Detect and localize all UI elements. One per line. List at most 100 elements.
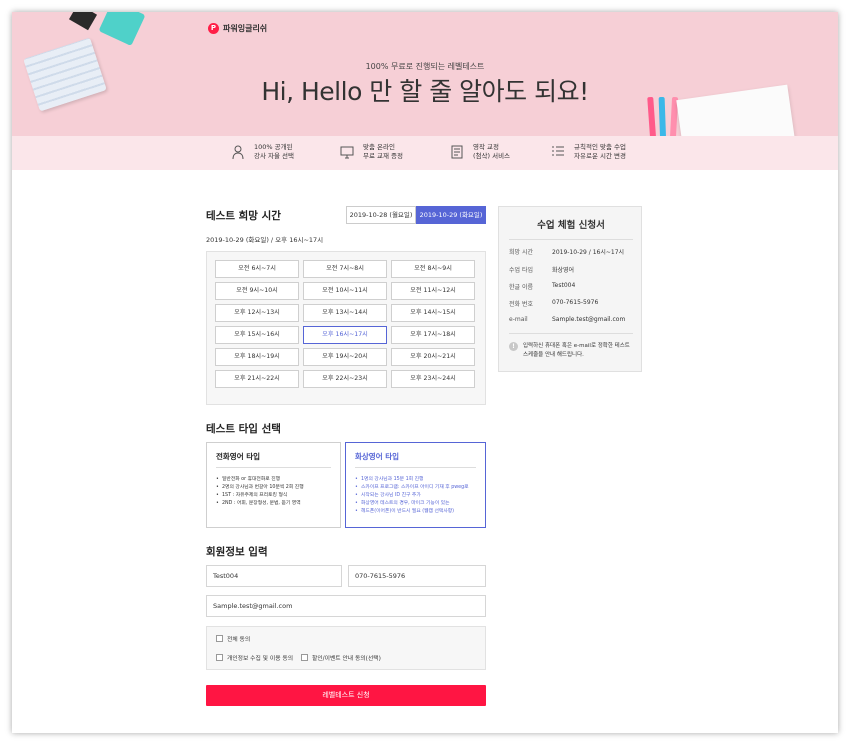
agree-all-row[interactable]: 전체 동의 bbox=[216, 634, 250, 643]
feature-line: 무료 교재 증정 bbox=[363, 152, 404, 160]
summary-divider bbox=[509, 239, 633, 240]
hero-title: Hi, Hello 만 할 줄 알아도 되요! bbox=[261, 77, 589, 106]
summary-value: 2019-10-29 / 16시~17시 bbox=[552, 249, 625, 256]
email-field[interactable]: Sample.test@gmail.com bbox=[206, 595, 486, 617]
brand-name: 파워잉글리쉬 bbox=[223, 24, 268, 33]
feature-line: 영작 교정 bbox=[473, 143, 499, 151]
time-slot[interactable]: 오후 13시~14시 bbox=[303, 304, 387, 322]
teacher-icon bbox=[232, 145, 244, 160]
feature-line: 강사 자율 선택 bbox=[254, 152, 295, 160]
summary-key: e-mail bbox=[509, 316, 528, 323]
time-slot-grid: 오전 6시~7시 오전 7시~8시 오전 8시~9시오전 9시~10시 오전 10시~… bbox=[215, 260, 475, 388]
summary-key: 수업 타입 bbox=[509, 267, 533, 274]
type-card-phone[interactable]: 전화영어 타입 일반전화 or 휴대전화로 진행2명의 강사님과 번갈아 10분… bbox=[206, 442, 341, 528]
document-icon bbox=[451, 145, 463, 159]
summary-row: 전화 번호 070-7615-5976 bbox=[509, 299, 598, 308]
time-slot[interactable]: 오후 19시~20시 bbox=[303, 348, 387, 366]
selected-time-label: 2019-10-29 (화요일) / 오후 16시~17시 bbox=[206, 236, 324, 244]
time-slot-selected[interactable]: 오후 16시~17시 bbox=[303, 326, 387, 344]
member-section-title: 회원정보 입력 bbox=[206, 546, 268, 558]
time-slot[interactable]: 오후 22시~23시 bbox=[303, 370, 387, 388]
page-frame: P 파워잉글리쉬 100% 무료로 진행되는 레벨테스트 Hi, Hello 만… bbox=[12, 12, 838, 733]
type-feature-item: 시작되는 강사님 ID 친구 추가 bbox=[355, 492, 476, 500]
date-tabs: 2019-10-28 (월요일) 2019-10-29 (화요일) bbox=[346, 206, 486, 224]
feature-item: 맞춤 온라인 무료 교재 증정 bbox=[339, 143, 403, 161]
summary-value: 070-7615-5976 bbox=[552, 299, 599, 306]
type-feature-item: 헤드폰(이어폰)이 반드시 필요 (웹캠 선택사항) bbox=[355, 508, 476, 516]
date-tab[interactable]: 2019-10-28 (월요일) bbox=[346, 206, 416, 224]
summary-notice: ! 입력하신 휴대폰 혹은 e-mail로 정확한 테스트 스케줄을 안내 해드… bbox=[509, 342, 633, 360]
name-field[interactable]: Test004 bbox=[206, 565, 342, 587]
agreement-panel: 전체 동의 개인정보 수집 및 이용 동의 할인/이벤트 안내 동의(선택) bbox=[206, 626, 486, 670]
feature-line: 규칙적인 맞춤 수업 bbox=[574, 143, 626, 151]
time-slot[interactable]: 오전 8시~9시 bbox=[391, 260, 475, 278]
type-feature-item: 1ST : 자유주제의 프리토킹 형식 bbox=[216, 492, 331, 500]
time-slot[interactable]: 오전 11시~12시 bbox=[391, 282, 475, 300]
time-slot[interactable]: 오후 23시~24시 bbox=[391, 370, 475, 388]
type-section-title: 테스트 타입 선택 bbox=[206, 423, 281, 435]
type-feature-list: 일반전화 or 휴대전화로 진행2명의 강사님과 번갈아 10분씩 2회 진행1… bbox=[216, 476, 331, 508]
feature-line: 맞춤 온라인 bbox=[363, 143, 395, 151]
feature-line: (첨삭) 서비스 bbox=[473, 152, 511, 160]
summary-value: Test004 bbox=[552, 282, 576, 289]
agree-privacy-label: 개인정보 수집 및 이용 동의 bbox=[227, 656, 294, 662]
summary-row: 한글 이름 Test004 bbox=[509, 282, 575, 291]
type-feature-item: 1명의 강사님과 15분 1회 진행 bbox=[355, 476, 476, 484]
time-slot[interactable]: 오전 7시~8시 bbox=[303, 260, 387, 278]
type-feature-item: 2ND : 어휘, 문장형성, 문법, 듣기 영역 bbox=[216, 500, 331, 508]
time-slot[interactable]: 오후 15시~16시 bbox=[215, 326, 299, 344]
summary-key: 전화 번호 bbox=[509, 301, 533, 308]
time-slot[interactable]: 오후 21시~22시 bbox=[215, 370, 299, 388]
feature-line: 100% 공개된 bbox=[254, 143, 293, 151]
summary-divider bbox=[509, 333, 633, 334]
type-feature-list: 1명의 강사님과 15분 1회 진행스카이프 프로그램: 스카이프 아이디 기재… bbox=[355, 476, 476, 516]
monitor-icon bbox=[340, 146, 354, 159]
paperclip-decoration bbox=[98, 12, 146, 47]
logo-mark-icon: P bbox=[208, 23, 219, 34]
type-card-video[interactable]: 화상영어 타입 1명의 강사님과 15분 1회 진행스카이프 프로그램: 스카이… bbox=[345, 442, 486, 528]
time-slot[interactable]: 오후 18시~19시 bbox=[215, 348, 299, 366]
summary-panel: 수업 체험 신청서 희망 시간 2019-10-29 / 16시~17시 수업 타… bbox=[498, 206, 642, 372]
type-feature-item: 스카이프 프로그램: 스카이프 아이디 기재 후 pweg로 bbox=[355, 484, 476, 492]
time-slot[interactable]: 오후 17시~18시 bbox=[391, 326, 475, 344]
agree-privacy-checkbox[interactable] bbox=[216, 654, 223, 661]
time-slot[interactable]: 오후 12시~13시 bbox=[215, 304, 299, 322]
time-slot[interactable]: 오전 6시~7시 bbox=[215, 260, 299, 278]
summary-key: 희망 시간 bbox=[509, 249, 533, 256]
time-slot[interactable]: 오전 9시~10시 bbox=[215, 282, 299, 300]
agree-marketing-label: 할인/이벤트 안내 동의(선택) bbox=[312, 656, 381, 662]
type-feature-item: 2명의 강사님과 번갈아 10분씩 2회 진행 bbox=[216, 484, 331, 492]
time-section-title: 테스트 희망 시간 bbox=[206, 210, 281, 222]
time-slot[interactable]: 오후 20시~21시 bbox=[391, 348, 475, 366]
summary-title: 수업 체험 신청서 bbox=[537, 220, 605, 231]
schedule-list-icon bbox=[552, 146, 564, 156]
feature-band: 100% 공개된 강사 자율 선택 맞춤 온라인 무료 교재 증정 영작 교정 (첨삭… bbox=[12, 136, 838, 170]
binder-clip-decoration bbox=[68, 12, 98, 31]
summary-row: e-mail Sample.test@gmail.com bbox=[509, 316, 625, 323]
summary-row: 희망 시간 2019-10-29 / 16시~17시 bbox=[509, 247, 624, 256]
submit-button[interactable]: 레벨테스트 신청 bbox=[206, 685, 486, 706]
summary-key: 한글 이름 bbox=[509, 284, 533, 291]
type-card-title: 전화영어 타입 bbox=[216, 451, 331, 468]
feature-line: 자유로운 시간 변경 bbox=[574, 152, 626, 160]
brand-logo[interactable]: P 파워잉글리쉬 bbox=[208, 23, 267, 34]
agree-privacy-row[interactable]: 개인정보 수집 및 이용 동의 bbox=[216, 653, 293, 662]
feature-item: 영작 교정 (첨삭) 서비스 bbox=[449, 143, 510, 161]
type-feature-item: 화상영어 테스트의 경우, 마이크 기능이 있는 bbox=[355, 500, 476, 508]
hero-banner: P 파워잉글리쉬 100% 무료로 진행되는 레벨테스트 Hi, Hello 만… bbox=[12, 12, 838, 136]
time-slot[interactable]: 오후 14시~15시 bbox=[391, 304, 475, 322]
summary-value: 화상영어 bbox=[552, 267, 575, 274]
time-slot-panel: 오전 6시~7시 오전 7시~8시 오전 8시~9시오전 9시~10시 오전 10시~… bbox=[206, 251, 486, 405]
info-icon: ! bbox=[509, 342, 518, 351]
notice-text: 입력하신 휴대폰 혹은 e-mail로 정확한 테스트 스케줄을 안내 해드립니… bbox=[523, 343, 630, 358]
phone-field[interactable]: 070-7615-5976 bbox=[348, 565, 486, 587]
agree-all-checkbox[interactable] bbox=[216, 635, 223, 642]
type-card-title: 화상영어 타입 bbox=[355, 451, 476, 468]
agree-marketing-checkbox[interactable] bbox=[301, 654, 308, 661]
time-slot[interactable]: 오전 10시~11시 bbox=[303, 282, 387, 300]
hero-subtitle: 100% 무료로 진행되는 레벨테스트 bbox=[365, 62, 485, 71]
agree-all-label: 전체 동의 bbox=[227, 637, 251, 643]
date-tab-active[interactable]: 2019-10-29 (화요일) bbox=[416, 206, 486, 224]
feature-item: 규칙적인 맞춤 수업 자유로운 시간 변경 bbox=[550, 143, 626, 161]
agree-marketing-row[interactable]: 할인/이벤트 안내 동의(선택) bbox=[301, 653, 381, 662]
